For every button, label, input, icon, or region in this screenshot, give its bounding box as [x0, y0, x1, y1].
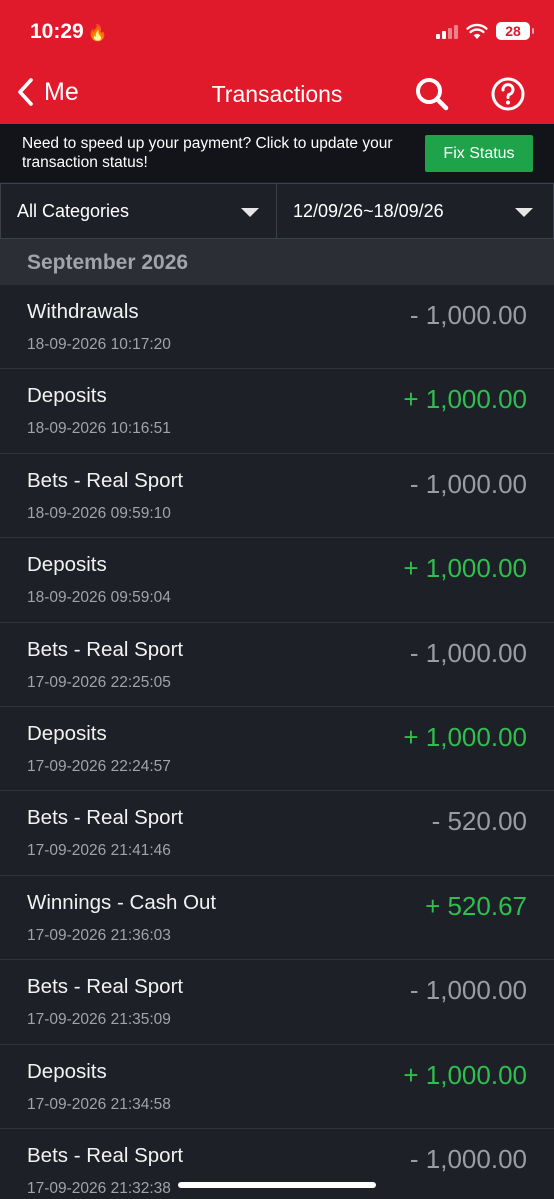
help-button[interactable] — [490, 76, 526, 117]
nav-bar: Me Transactions — [0, 62, 554, 124]
transaction-timestamp: 17-09-2026 22:25:05 — [27, 673, 171, 691]
transaction-timestamp: 17-09-2026 22:24:57 — [27, 757, 171, 775]
transaction-amount: - 520.00 — [431, 806, 527, 837]
transaction-category: Bets - Real Sport — [27, 637, 184, 661]
transaction-row[interactable]: Deposits 17-09-2026 22:24:57 + 1,000.00 — [0, 707, 554, 792]
category-dropdown-value: All Categories — [17, 200, 130, 221]
status-bar: 10:29 🔥 28 — [0, 0, 554, 62]
transaction-amount: + 1,000.00 — [403, 553, 527, 584]
transaction-row[interactable]: Deposits 17-09-2026 21:34:58 + 1,000.00 — [0, 1045, 554, 1129]
month-header: September 2026 — [0, 239, 554, 285]
transaction-timestamp: 17-09-2026 21:36:03 — [27, 926, 171, 944]
transaction-category: Bets - Real Sport — [27, 806, 184, 830]
transaction-category: Deposits — [27, 384, 107, 408]
transaction-amount: - 1,000.00 — [409, 1143, 527, 1174]
transaction-amount: - 1,000.00 — [409, 975, 527, 1006]
transaction-timestamp: 17-09-2026 21:32:38 — [27, 1179, 171, 1197]
wifi-icon — [466, 23, 488, 39]
transaction-category: Winnings - Cash Out — [27, 890, 217, 914]
transaction-category: Bets - Real Sport — [27, 975, 184, 999]
transaction-timestamp: 18-09-2026 09:59:04 — [27, 589, 171, 607]
status-time-text: 10:29 — [30, 20, 84, 43]
transaction-row[interactable]: Bets - Real Sport 17-09-2026 21:35:09 - … — [0, 960, 554, 1045]
transaction-amount: + 1,000.00 — [403, 384, 527, 415]
transaction-row[interactable]: Withdrawals 18-09-2026 10:17:20 - 1,000.… — [0, 285, 554, 370]
transaction-amount: + 1,000.00 — [403, 1059, 527, 1090]
transaction-timestamp: 17-09-2026 21:35:09 — [27, 1011, 171, 1029]
transaction-amount: - 1,000.00 — [409, 300, 527, 330]
fix-status-button[interactable]: Fix Status — [425, 135, 533, 172]
transaction-category: Bets - Real Sport — [27, 468, 184, 492]
transaction-row[interactable]: Bets - Real Sport 18-09-2026 09:59:10 - … — [0, 454, 554, 539]
caret-down-icon — [515, 208, 533, 217]
transaction-category: Deposits — [27, 1059, 107, 1083]
date-range-dropdown[interactable]: 12/09/26~18/09/26 — [277, 183, 554, 239]
transaction-timestamp: 18-09-2026 10:17:20 — [27, 336, 171, 353]
transaction-row[interactable]: Bets - Real Sport 17-09-2026 21:32:38 - … — [0, 1129, 554, 1199]
search-icon — [416, 78, 449, 111]
flame-icon: 🔥 — [87, 25, 108, 42]
transaction-category: Bets - Real Sport — [27, 1143, 184, 1167]
transaction-amount: - 1,000.00 — [409, 637, 527, 668]
transaction-category: Deposits — [27, 721, 107, 745]
transaction-row[interactable]: Winnings - Cash Out 17-09-2026 21:36:03 … — [0, 876, 554, 961]
status-icons: 28 — [436, 22, 534, 40]
search-button[interactable] — [414, 76, 450, 117]
transaction-row[interactable]: Deposits 18-09-2026 10:16:51 + 1,000.00 — [0, 369, 554, 454]
signal-icon — [436, 23, 458, 39]
battery-icon: 28 — [496, 22, 534, 40]
transaction-amount: - 1,000.00 — [409, 468, 527, 499]
transaction-timestamp: 18-09-2026 10:16:51 — [27, 420, 171, 438]
status-time: 10:29 🔥 — [30, 20, 108, 44]
transaction-amount: + 1,000.00 — [403, 721, 527, 752]
caret-down-icon — [241, 208, 259, 217]
transaction-row[interactable]: Bets - Real Sport 17-09-2026 22:25:05 - … — [0, 623, 554, 707]
transaction-category: Withdrawals — [27, 300, 139, 323]
date-range-value: 12/09/26~18/09/26 — [293, 200, 444, 221]
transaction-timestamp: 18-09-2026 09:59:10 — [27, 504, 171, 522]
month-header-label: September 2026 — [27, 251, 189, 274]
transaction-timestamp: 17-09-2026 21:41:46 — [27, 842, 171, 860]
page-title: Transactions — [211, 81, 343, 107]
transaction-list: Withdrawals 18-09-2026 10:17:20 - 1,000.… — [0, 285, 554, 1199]
transaction-row[interactable]: Bets - Real Sport 17-09-2026 21:41:46 - … — [0, 791, 554, 876]
transaction-row[interactable]: Deposits 18-09-2026 09:59:04 + 1,000.00 — [0, 538, 554, 623]
filter-bar: All Categories 12/09/26~18/09/26 — [0, 183, 554, 239]
help-icon — [491, 77, 525, 111]
transaction-amount: + 520.67 — [425, 890, 527, 921]
banner-message: Need to speed up your payment? Click to … — [22, 135, 393, 171]
transaction-timestamp: 17-09-2026 21:34:58 — [27, 1095, 171, 1113]
home-indicator[interactable] — [178, 1182, 376, 1188]
transaction-category: Deposits — [27, 553, 107, 577]
category-dropdown[interactable]: All Categories — [0, 183, 277, 239]
